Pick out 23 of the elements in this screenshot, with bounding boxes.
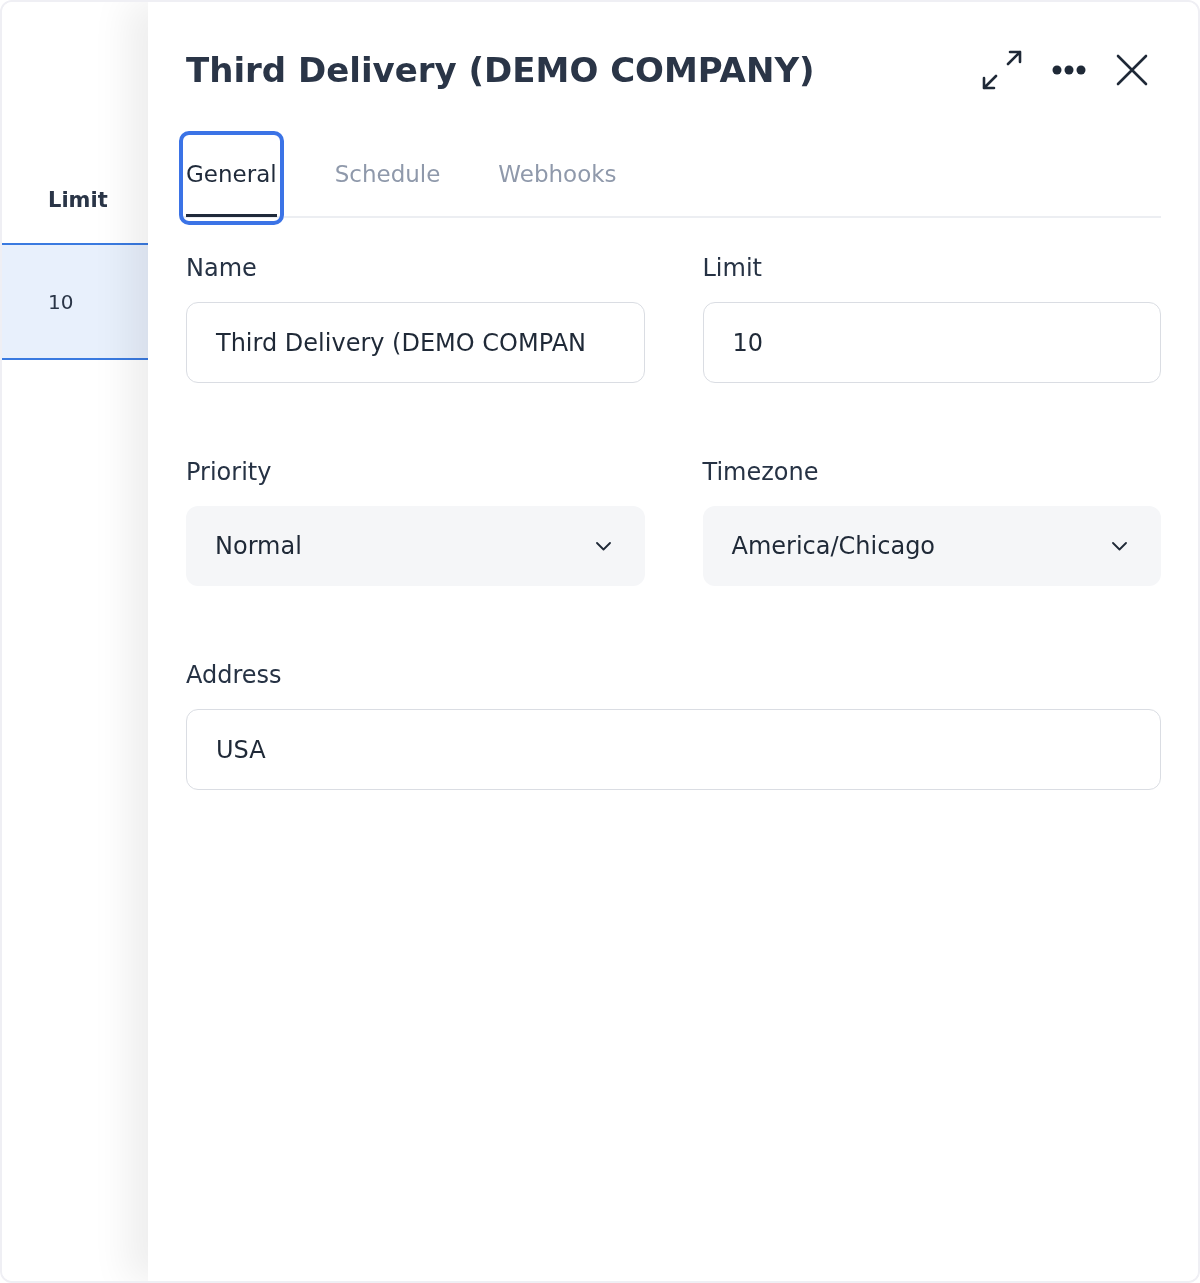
chevron-down-icon xyxy=(595,541,611,551)
input-field[interactable]: Third Delivery (DEMO COMPAN xyxy=(186,302,645,383)
table-cell: 10 xyxy=(48,289,74,314)
field-label: Name xyxy=(186,254,258,282)
more-icon xyxy=(1052,65,1086,75)
table-row[interactable]: 10 xyxy=(2,243,148,360)
column-header: Limit xyxy=(48,187,108,213)
tab[interactable]: General xyxy=(179,131,284,225)
input-field[interactable]: USA xyxy=(186,709,1161,790)
panel-title: Third Delivery (DEMO COMPANY) xyxy=(186,49,815,92)
close-icon xyxy=(1116,54,1148,86)
dropdown-field[interactable]: Normal xyxy=(186,506,645,586)
field-label: Timezone xyxy=(702,458,820,486)
input-field[interactable]: 10 xyxy=(702,302,1161,383)
expand-button[interactable] xyxy=(982,50,1022,90)
close-button[interactable] xyxy=(1116,54,1148,86)
more-button[interactable] xyxy=(1052,65,1086,75)
chevron-down-icon xyxy=(1112,541,1127,551)
field-label: Address xyxy=(186,661,283,689)
expand-icon xyxy=(982,50,1022,90)
dropdown-field[interactable]: America/Chicago xyxy=(702,506,1161,586)
field-label: Limit xyxy=(702,254,763,282)
field-label: Priority xyxy=(186,458,273,486)
